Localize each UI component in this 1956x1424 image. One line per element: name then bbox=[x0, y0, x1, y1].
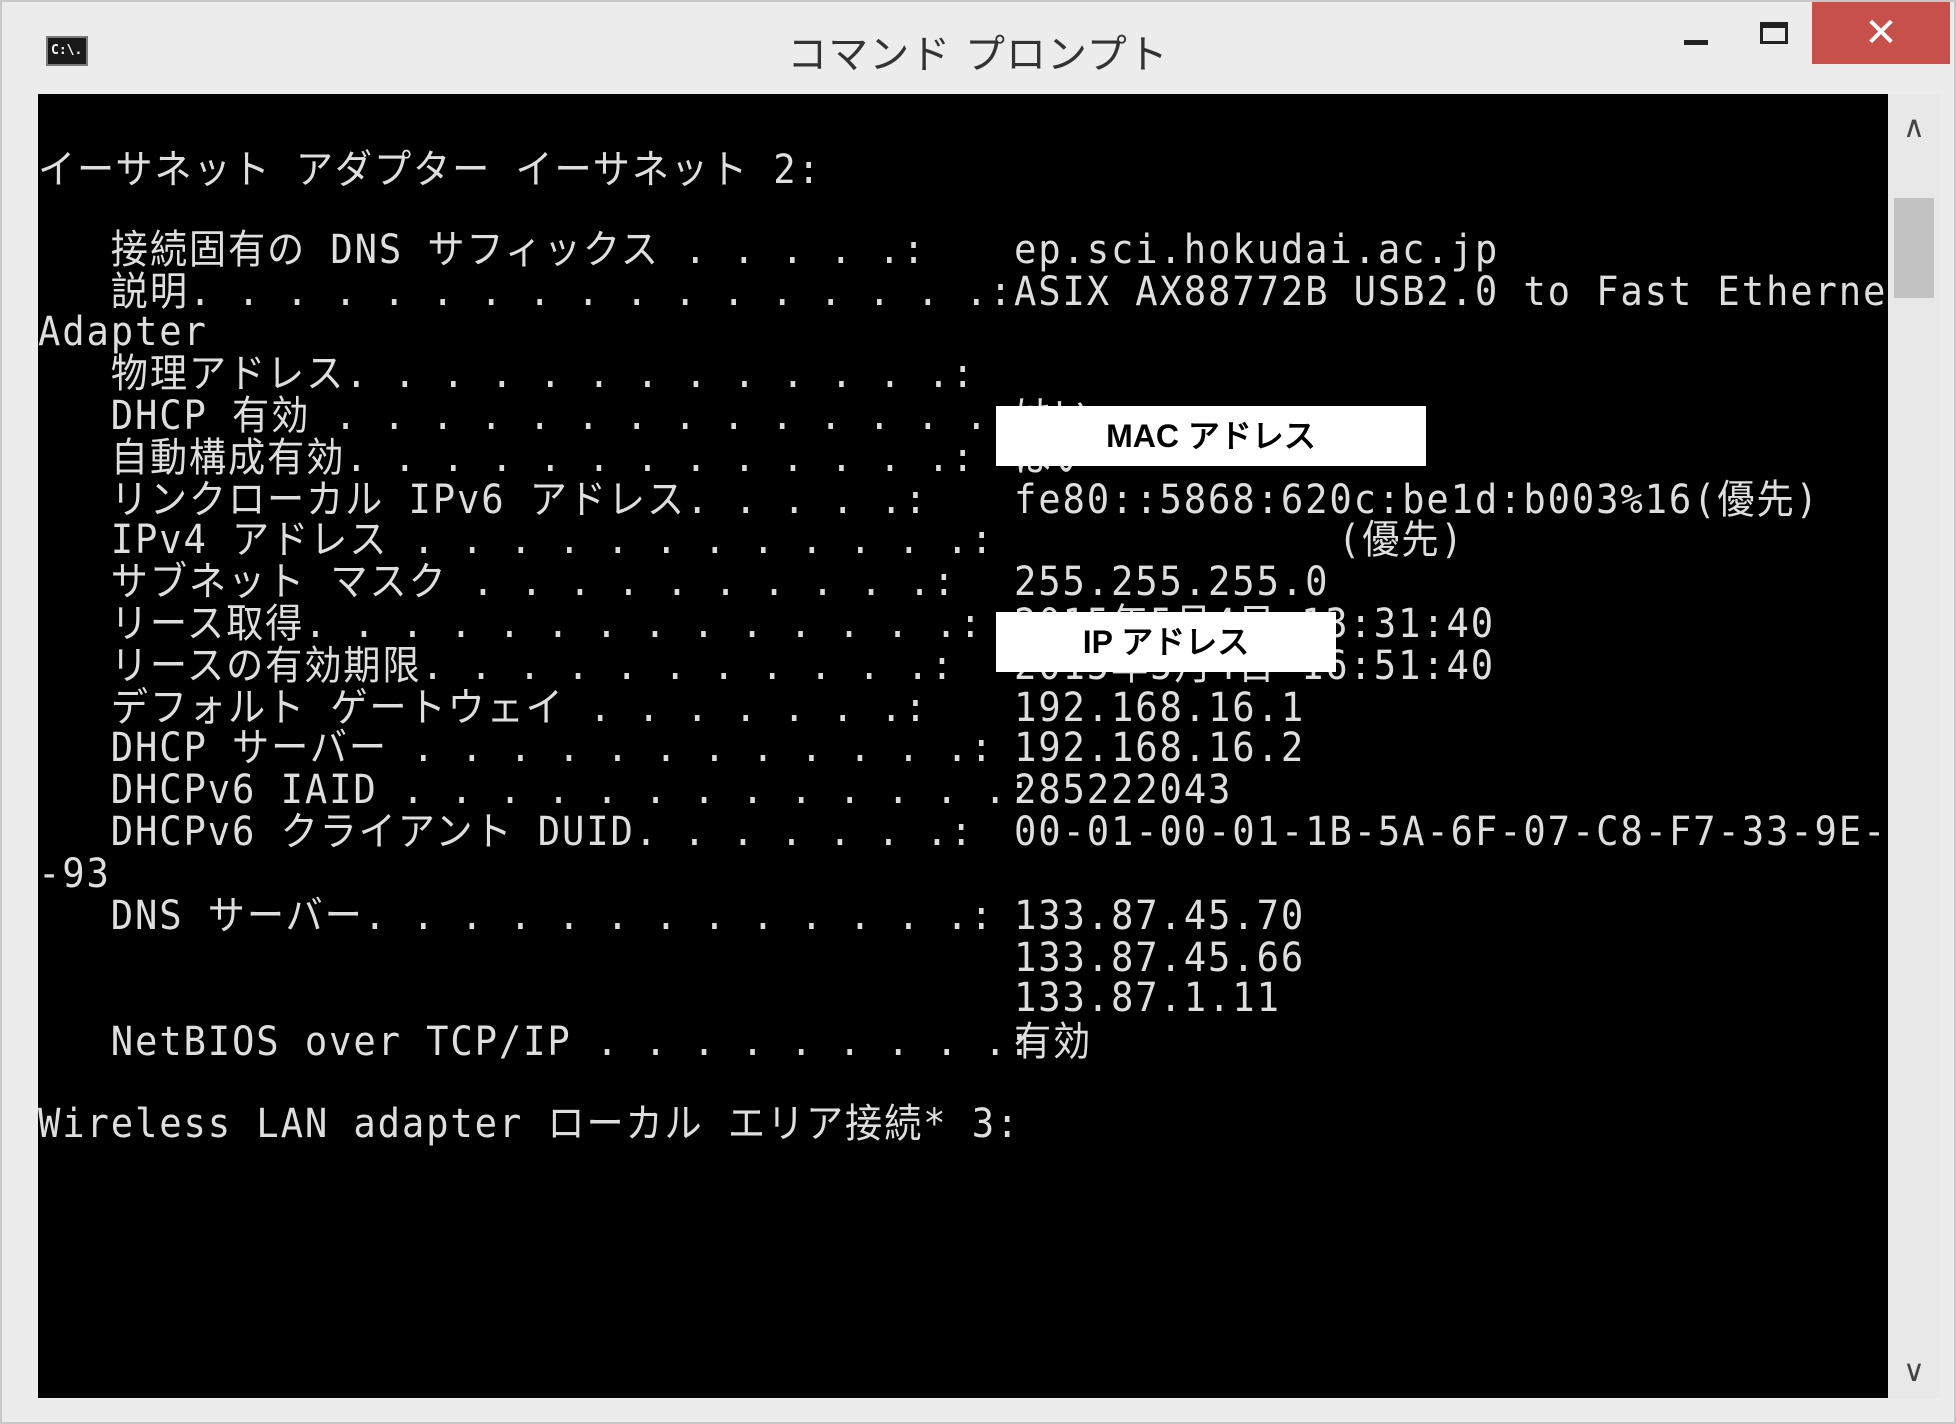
dhcpv6-duid-label: DHCPv6 クライアント DUID. . . . . . .: bbox=[38, 809, 975, 855]
vertical-scrollbar[interactable]: ∧ ∨ bbox=[1888, 94, 1940, 1398]
description-value: ASIX AX88772B USB2.0 to Fast Ethernet bbox=[1014, 269, 1888, 315]
command-prompt-window: C:\. コマンド プロンプト ✕ イーサネット アダプター イーサネット 2:… bbox=[0, 0, 1956, 1424]
ip-address-overlay: IP アドレス bbox=[996, 612, 1336, 672]
title-bar[interactable]: C:\. コマンド プロンプト ✕ bbox=[2, 2, 1954, 94]
ipv4-address-suffix: (優先) bbox=[1338, 517, 1465, 563]
scroll-up-icon[interactable]: ∧ bbox=[1888, 102, 1940, 154]
dhcpv6-duid-value: 00-01-00-01-1B-5A-6F-07-C8-F7-33-9E-E6 bbox=[1014, 809, 1888, 855]
minimize-button[interactable] bbox=[1662, 2, 1732, 64]
dns-servers-label: DNS サーバー. . . . . . . . . . . . .: bbox=[38, 893, 995, 939]
netbios-value: 有効 bbox=[1014, 1019, 1093, 1065]
scroll-down-icon[interactable]: ∨ bbox=[1888, 1346, 1940, 1398]
maximize-button[interactable] bbox=[1740, 2, 1810, 64]
close-button[interactable]: ✕ bbox=[1812, 2, 1950, 64]
minimize-icon bbox=[1684, 40, 1708, 45]
scroll-thumb[interactable] bbox=[1894, 198, 1934, 298]
maximize-icon bbox=[1760, 22, 1788, 44]
console-output[interactable]: イーサネット アダプター イーサネット 2: 接続固有の DNS サフィックス … bbox=[38, 94, 1888, 1398]
wireless-adapter-header: Wireless LAN adapter ローカル エリア接続* 3: bbox=[38, 1101, 1021, 1147]
netbios-label: NetBIOS over TCP/IP . . . . . . . . .: bbox=[38, 1019, 1033, 1065]
mac-address-overlay: MAC アドレス bbox=[996, 406, 1426, 466]
adapter-header: イーサネット アダプター イーサネット 2: bbox=[38, 147, 822, 193]
close-icon: ✕ bbox=[1864, 10, 1898, 56]
